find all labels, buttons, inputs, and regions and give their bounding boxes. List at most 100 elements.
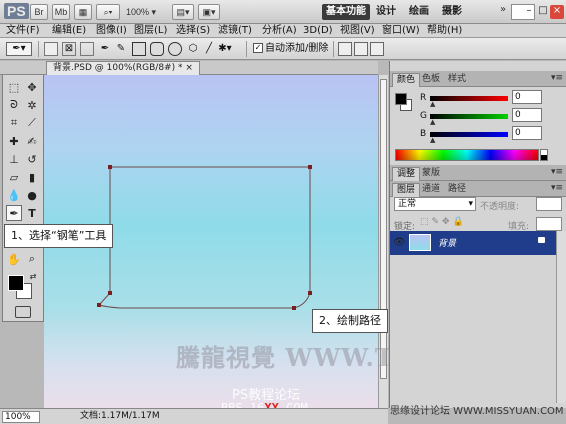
tab-channels[interactable]: 通道 (418, 183, 444, 197)
line-tool-icon[interactable]: ╱ (202, 42, 216, 56)
menu-view[interactable]: 视图(V) (340, 24, 375, 38)
slider-knob-icon[interactable]: ▲ (430, 137, 435, 144)
dodge-tool-icon[interactable]: ● (24, 187, 40, 203)
freeform-pen-icon[interactable]: ✎ (114, 42, 128, 56)
clone-stamp-icon[interactable]: ⊥ (6, 151, 22, 167)
pen-preset-icon[interactable]: ✒▾ (6, 42, 32, 56)
red-slider[interactable]: R ▲ 0 (400, 90, 562, 108)
shape-layers-icon[interactable] (44, 42, 58, 56)
eyedropper-icon[interactable]: ⟋ (24, 115, 40, 131)
panel-menu-icon[interactable]: ▾≡ (551, 167, 563, 177)
move-tool-icon[interactable]: ✥ (24, 79, 40, 95)
color-spectrum[interactable] (395, 149, 539, 161)
anchor-point[interactable] (97, 303, 101, 307)
green-value-field[interactable]: 0 (512, 108, 542, 122)
menu-image[interactable]: 图像(I) (96, 24, 127, 38)
type-tool-icon[interactable]: T (24, 205, 40, 221)
anchor-point[interactable] (292, 306, 296, 310)
slider-knob-icon[interactable]: ▲ (430, 119, 435, 126)
menu-window[interactable]: 窗口(W) (382, 24, 420, 38)
brush-tool-icon[interactable]: ✍ (24, 133, 40, 149)
menu-layer[interactable]: 图层(L) (134, 24, 167, 38)
blue-value-field[interactable]: 0 (512, 126, 542, 140)
anchor-point[interactable] (108, 291, 112, 295)
workspace-essentials[interactable]: 基本功能 (322, 4, 370, 20)
rounded-rect-tool-icon[interactable] (150, 42, 164, 56)
eye-icon[interactable]: 👁 (393, 237, 406, 248)
opacity-field[interactable] (536, 197, 562, 211)
lock-options-icon[interactable]: ⬚✎✥🔒 (420, 217, 467, 227)
red-value-field[interactable]: 0 (512, 90, 542, 104)
bridge-button[interactable]: Br (30, 4, 48, 20)
slider-knob-icon[interactable]: ▲ (430, 101, 435, 108)
more-workspaces-icon[interactable]: » (500, 4, 506, 15)
green-slider[interactable]: G ▲ 0 (400, 108, 562, 126)
gradient-tool-icon[interactable]: ▮ (24, 169, 40, 185)
mini-bridge-button[interactable]: Mb (52, 4, 70, 20)
pen-tool-icon[interactable]: ✒ (6, 205, 22, 221)
tab-adjustments[interactable]: 调整 (392, 167, 421, 181)
history-brush-icon[interactable]: ↺ (24, 151, 40, 167)
menu-help[interactable]: 帮助(H) (427, 24, 462, 38)
document-tab[interactable]: 背景.PSD @ 100%(RGB/8#) * × (46, 61, 200, 75)
panel-menu-icon[interactable]: ▾≡ (551, 73, 563, 83)
ellipse-tool-icon[interactable] (168, 42, 182, 56)
layer-row-background[interactable]: 👁 背景 (390, 231, 556, 255)
lasso-tool-icon[interactable]: ᘐ (6, 97, 22, 113)
menu-file[interactable]: 文件(F) (6, 24, 40, 38)
polygon-tool-icon[interactable]: ⬡ (186, 42, 200, 56)
maximize-icon[interactable]: □ (536, 5, 550, 19)
workspace-painting[interactable]: 绘画 (407, 4, 431, 20)
anchor-point[interactable] (308, 291, 312, 295)
quick-mask-icon[interactable] (15, 306, 31, 318)
menu-select[interactable]: 选择(S) (176, 24, 210, 38)
zoom-tool-icon[interactable]: ⌕ (24, 251, 40, 267)
magic-wand-icon[interactable]: ✲ (24, 97, 40, 113)
screen-mode-button[interactable]: ▣▾ (198, 4, 220, 20)
menu-analysis[interactable]: 分析(A) (262, 24, 297, 38)
panel-menu-icon[interactable]: ▾≡ (551, 183, 563, 193)
healing-brush-icon[interactable]: ✚ (6, 133, 22, 149)
layers-scrollbar[interactable] (556, 231, 566, 403)
blue-slider[interactable]: B ▲ 0 (400, 126, 562, 144)
paths-mode-icon[interactable]: ⊠ (62, 42, 76, 56)
rectangle-tool-icon[interactable] (132, 42, 146, 56)
fill-field[interactable] (536, 217, 562, 231)
crop-tool-icon[interactable]: ⌗ (6, 115, 22, 131)
arrange-documents-button[interactable]: ▤▾ (172, 4, 194, 20)
close-icon[interactable]: × (550, 5, 564, 19)
menu-3d[interactable]: 3D(D) (303, 24, 333, 38)
pen-tool-icon[interactable]: ✒ (98, 42, 112, 56)
custom-shape-icon[interactable]: ✱▾ (218, 42, 232, 56)
blur-tool-icon[interactable]: 💧 (6, 187, 22, 203)
zoom-tool-icon[interactable]: ⌕▾ (96, 4, 120, 20)
close-tab-icon[interactable]: × (185, 63, 193, 73)
tab-layers[interactable]: 图层 (392, 183, 421, 197)
add-to-path-area-icon[interactable] (338, 42, 352, 56)
eraser-tool-icon[interactable]: ▱ (6, 169, 22, 185)
marquee-tool-icon[interactable]: ⬚ (6, 79, 22, 95)
tab-color[interactable]: 颜色 (392, 73, 421, 87)
zoom-level[interactable]: 100% ▾ (126, 4, 166, 20)
document-info[interactable]: 文档:1.17M/1.17M (80, 410, 160, 423)
swap-colors-icon[interactable]: ⇄ (28, 271, 38, 281)
tab-paths[interactable]: 路径 (444, 183, 470, 197)
foreground-color-swatch[interactable] (8, 275, 24, 291)
menu-edit[interactable]: 编辑(E) (52, 24, 86, 38)
minimize-icon[interactable]: – (522, 5, 536, 19)
workspace-design[interactable]: 设计 (374, 4, 398, 20)
anchor-point[interactable] (108, 165, 112, 169)
black-white-swatch[interactable] (540, 149, 548, 161)
tab-masks[interactable]: 蒙版 (418, 167, 444, 181)
scrollbar-thumb[interactable] (380, 79, 387, 379)
subtract-path-area-icon[interactable] (354, 42, 368, 56)
view-extras-button[interactable]: ▦ (74, 4, 92, 20)
tab-styles[interactable]: 样式 (444, 73, 470, 87)
intersect-path-area-icon[interactable] (370, 42, 384, 56)
blend-mode-select[interactable]: 正常 ▾ (394, 197, 476, 211)
workspace-photography[interactable]: 摄影 (440, 4, 464, 20)
zoom-field[interactable]: 100% (2, 411, 40, 423)
tab-swatches[interactable]: 色板 (418, 73, 444, 87)
anchor-point[interactable] (308, 165, 312, 169)
menu-filter[interactable]: 滤镜(T) (218, 24, 252, 38)
